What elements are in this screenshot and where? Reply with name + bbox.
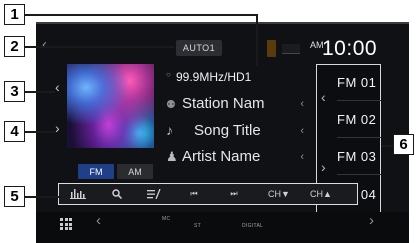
- callout-2-leader: [24, 46, 174, 48]
- callout-1-leader: [24, 14, 257, 16]
- callout-4-leader: [24, 131, 56, 133]
- search-icon[interactable]: [107, 184, 127, 204]
- artist-row: ♟ Artist Name ‹: [156, 145, 306, 169]
- callout-6: 6: [393, 134, 414, 155]
- callout-1: 1: [4, 4, 25, 25]
- back-arrow-icon[interactable]: ‹: [42, 36, 47, 53]
- callout-2: 2: [4, 36, 25, 57]
- clock-time: 10:00: [322, 37, 378, 60]
- channel-down-button[interactable]: CH▼: [265, 184, 293, 204]
- stereo-indicator: ST: [194, 223, 201, 229]
- list-icon[interactable]: [143, 184, 165, 204]
- equalizer-icon[interactable]: [67, 184, 89, 204]
- callout-1-leader-down: [256, 14, 258, 66]
- band-fm-button[interactable]: FM: [78, 164, 114, 179]
- band-am-button[interactable]: AM: [117, 164, 153, 179]
- callout-5-leader: [24, 196, 62, 198]
- person-icon: ♟: [166, 149, 178, 164]
- station-name: Station Nam: [182, 95, 265, 112]
- callout-4: 4: [4, 121, 25, 142]
- song-row: ♪ Song Title ‹: [156, 119, 306, 143]
- callout-3: 3: [4, 81, 25, 102]
- status-strip: [282, 44, 300, 54]
- preset-prev-icon[interactable]: ‹: [321, 89, 326, 105]
- left-arrow-icon[interactable]: ‹: [55, 79, 60, 95]
- music-note-icon: ♪: [166, 122, 173, 138]
- preset-next-icon[interactable]: ›: [321, 159, 326, 175]
- chevron-left-icon[interactable]: ‹: [96, 212, 101, 229]
- callout-5: 5: [4, 186, 25, 207]
- seek-previous-icon[interactable]: ⏮: [183, 184, 205, 204]
- top-divider: [36, 22, 409, 24]
- preset-label: FM 02: [337, 112, 377, 127]
- right-arrow-icon[interactable]: ›: [55, 120, 60, 136]
- chevron-right-icon[interactable]: ›: [369, 212, 374, 229]
- menu-grid-icon[interactable]: [60, 218, 72, 230]
- chevron-left-icon[interactable]: ‹: [300, 98, 304, 110]
- callout-3-leader: [24, 91, 55, 93]
- chevron-left-icon[interactable]: ‹: [300, 151, 304, 163]
- seek-mode-button[interactable]: AUTO1: [176, 40, 222, 56]
- preset-button[interactable]: FM 03: [337, 139, 381, 175]
- channel-up-button[interactable]: CH▲: [307, 184, 335, 204]
- preset-label: FM 01: [337, 75, 377, 90]
- digital-indicator: DIGITAL: [242, 223, 264, 229]
- frequency-row: ○ 99.9MHz/HD1: [156, 66, 306, 90]
- hd-icon: ○: [166, 70, 171, 79]
- radio-screen: ‹ AUTO1 AM 10:00 ‹ › FM AM ○ 99.9MHz/HD1…: [36, 22, 409, 243]
- artist-name: Artist Name: [182, 148, 261, 165]
- preset-label: FM 03: [337, 149, 377, 164]
- chevron-left-icon[interactable]: ‹: [300, 125, 304, 137]
- speaker-icon: [267, 40, 276, 57]
- song-title: Song Title: [194, 122, 261, 139]
- preset-button[interactable]: FM 02: [337, 102, 381, 138]
- preset-button[interactable]: FM 01: [337, 65, 381, 101]
- bottom-bar: ‹ MC ST DIGITAL ›: [36, 212, 409, 243]
- station-icon: ⚉: [166, 99, 176, 111]
- seek-next-icon[interactable]: ⏭: [223, 184, 245, 204]
- frequency-text: 99.9MHz/HD1: [176, 70, 252, 84]
- mc-indicator: MC: [162, 216, 171, 222]
- station-row: ⚉ Station Nam ‹: [156, 92, 306, 116]
- station-info-panel: ○ 99.9MHz/HD1 ⚉ Station Nam ‹ ♪ Song Tit…: [156, 64, 306, 199]
- album-art: [67, 64, 154, 148]
- control-bar: ⏮ ⏭ CH▼ CH▲: [58, 183, 358, 205]
